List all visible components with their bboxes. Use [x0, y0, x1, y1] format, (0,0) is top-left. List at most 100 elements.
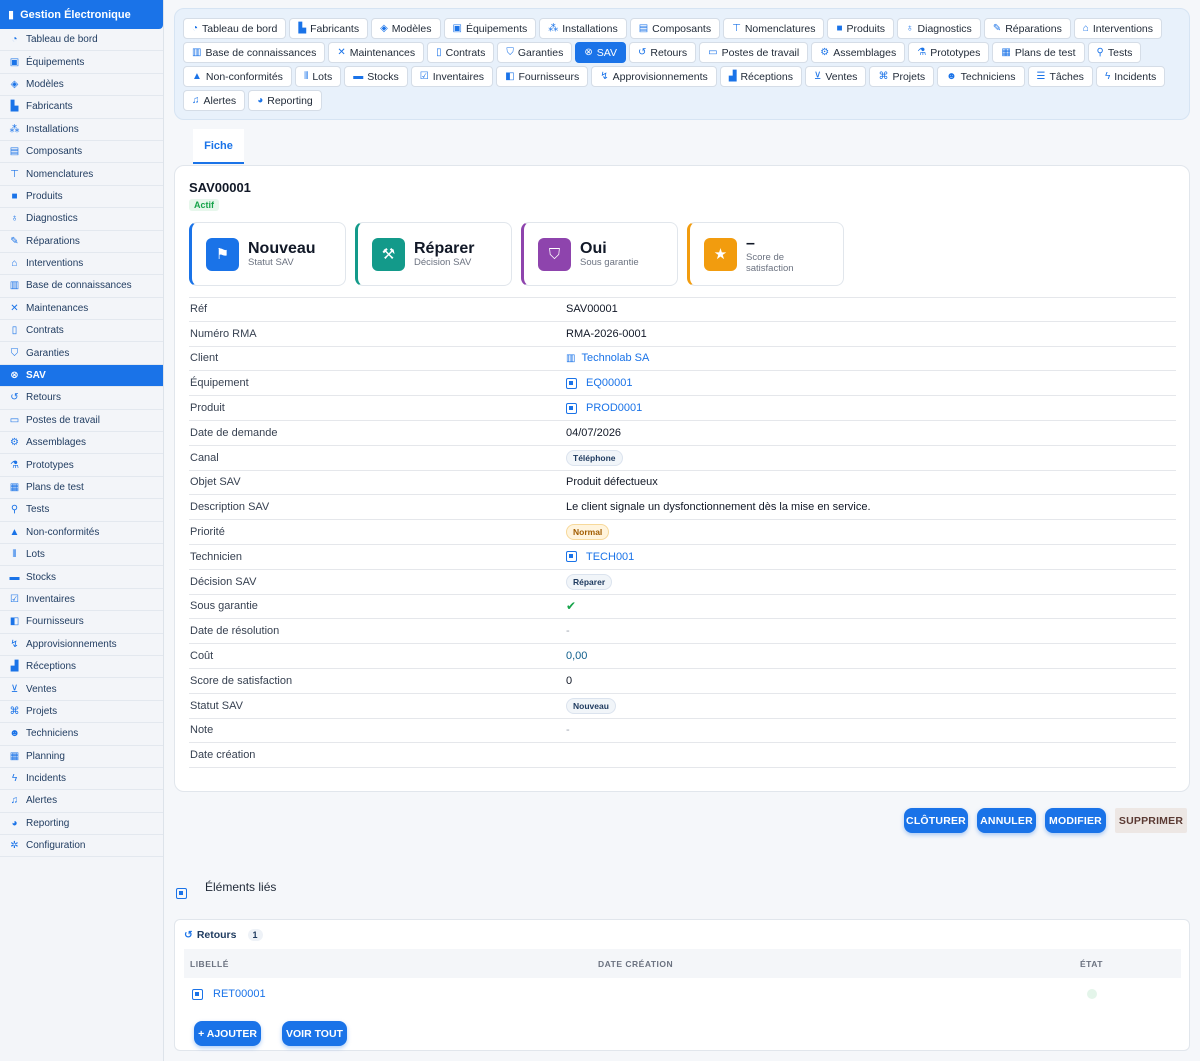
- tab-reparations[interactable]: ✎ Réparations: [983, 18, 1071, 39]
- sidebar-item-tableau-de-bord[interactable]: ◔ Tableau de bord: [0, 29, 163, 52]
- sidebar-item-label: Tests: [26, 504, 50, 516]
- sidebar-item-techniciens[interactable]: ☻ Techniciens: [0, 723, 163, 746]
- sidebar-item-lots[interactable]: ⦀ Lots: [0, 544, 163, 567]
- tab-tableau-de-bord[interactable]: ◔ Tableau de bord: [183, 18, 287, 39]
- tab-alertes[interactable]: ♫ Alertes: [183, 90, 246, 111]
- tab-taches[interactable]: ☰ Tâches: [1027, 66, 1093, 87]
- sidebar-item-non-conformites[interactable]: ▲ Non-conformités: [0, 522, 163, 544]
- sidebar-item-stocks[interactable]: ▬ Stocks: [0, 566, 163, 589]
- sidebar-item-contrats[interactable]: ▯ Contrats: [0, 320, 163, 343]
- column-libelle[interactable]: LIBELLÉ: [184, 959, 598, 969]
- sidebar-item-produits[interactable]: ■ Produits: [0, 186, 163, 209]
- tab-composants[interactable]: ▤ Composants: [629, 18, 721, 39]
- field-link[interactable]: PROD0001: [586, 402, 642, 414]
- sidebar-item-nomenclatures[interactable]: ⊤ Nomenclatures: [0, 163, 163, 186]
- tab-nomenclatures[interactable]: ⊤ Nomenclatures: [723, 18, 825, 39]
- sidebar-item-approvisionnements[interactable]: ↯ Approvisionnements: [0, 634, 163, 656]
- tab-modeles[interactable]: ◈ Modèles: [371, 18, 441, 39]
- tab-receptions[interactable]: ▟ Réceptions: [719, 66, 802, 87]
- sidebar-item-projets[interactable]: ⌘ Projets: [0, 701, 163, 724]
- sidebar-item-plans-de-test[interactable]: ▦ Plans de test: [0, 477, 163, 500]
- tab-lots[interactable]: ⦀ Lots: [294, 66, 342, 87]
- tab-prototypes[interactable]: ⚗ Prototypes: [908, 42, 990, 63]
- sidebar-item-installations[interactable]: ⁂ Installations: [0, 119, 163, 141]
- tab-tests[interactable]: ⚲ Tests: [1087, 42, 1142, 63]
- sidebar-item-prototypes[interactable]: ⚗ Prototypes: [0, 454, 163, 477]
- add-retour-button[interactable]: + AJOUTER: [194, 1021, 261, 1046]
- sidebar-item-label: Composants: [26, 146, 83, 158]
- warehouse-icon: ▬: [353, 71, 364, 82]
- tab-maintenances[interactable]: ✕ Maintenances: [328, 42, 425, 63]
- field-value-cell: ✔: [566, 599, 576, 613]
- app-brand[interactable]: ▮ Gestion Électronique: [0, 0, 163, 29]
- tab-projets[interactable]: ⌘ Projets: [869, 66, 935, 87]
- tab-ventes[interactable]: ⊻ Ventes: [804, 66, 867, 87]
- sidebar-item-base-de-connaissances[interactable]: ▥ Base de connaissances: [0, 275, 163, 298]
- tab-approvisionnements[interactable]: ↯ Approvisionnements: [591, 66, 717, 87]
- close-button[interactable]: CLÔTURER: [904, 808, 968, 833]
- tab-installations[interactable]: ⁂ Installations: [539, 18, 627, 39]
- sidebar-item-maintenances[interactable]: ✕ Maintenances: [0, 298, 163, 321]
- field-value: RMA-2026-0001: [566, 327, 647, 340]
- sidebar-item-configuration[interactable]: ✲ Configuration: [0, 835, 163, 858]
- tab-fabricants[interactable]: ▙ Fabricants: [289, 18, 369, 39]
- sidebar-item-reporting[interactable]: ◕ Reporting: [0, 813, 163, 836]
- edit-button[interactable]: MODIFIER: [1045, 808, 1106, 833]
- sidebar-item-incidents[interactable]: ϟ Incidents: [0, 768, 163, 791]
- tab-label: Fournisseurs: [518, 70, 580, 83]
- user-cog-icon: ☻: [946, 71, 957, 82]
- column-date-creation[interactable]: DATE CRÉATION: [598, 959, 1080, 969]
- sidebar-item-inventaires[interactable]: ☑ Inventaires: [0, 589, 163, 612]
- sidebar-item-fabricants[interactable]: ▙ Fabricants: [0, 96, 163, 119]
- tab-reporting[interactable]: ◕ Reporting: [248, 90, 322, 111]
- row-libelle-link[interactable]: RET00001: [213, 988, 266, 1000]
- sidebar-item-planning[interactable]: ▦ Planning: [0, 746, 163, 768]
- sidebar-item-interventions[interactable]: ⌂ Interventions: [0, 253, 163, 276]
- sidebar-item-composants[interactable]: ▤ Composants: [0, 141, 163, 164]
- sidebar-item-postes-de-travail[interactable]: ▭ Postes de travail: [0, 410, 163, 433]
- sidebar-item-alertes[interactable]: ♫ Alertes: [0, 790, 163, 813]
- sidebar-item-ventes[interactable]: ⊻ Ventes: [0, 678, 163, 701]
- tab-base-de-connaissances[interactable]: ▥ Base de connaissances: [183, 42, 326, 63]
- tab-assemblages[interactable]: ⚙ Assemblages: [811, 42, 906, 63]
- tab-produits[interactable]: ■ Produits: [827, 18, 895, 39]
- tab-incidents[interactable]: ϟ Incidents: [1095, 66, 1166, 87]
- tab-retours[interactable]: ↺ Retours: [628, 42, 697, 63]
- tab-garanties[interactable]: ⛉ Garanties: [497, 42, 573, 63]
- cancel-button[interactable]: ANNULER: [977, 808, 1036, 833]
- tab-interventions[interactable]: ⌂ Interventions: [1073, 18, 1162, 39]
- tab-inventaires[interactable]: ☑ Inventaires: [410, 66, 494, 87]
- tab-stocks[interactable]: ▬ Stocks: [344, 66, 408, 87]
- tab-postes-de-travail[interactable]: ▭ Postes de travail: [699, 42, 809, 63]
- tab-contrats[interactable]: ▯ Contrats: [427, 42, 495, 63]
- tab-label: Réceptions: [740, 70, 793, 83]
- field-link[interactable]: Technolab SA: [581, 352, 649, 364]
- sidebar-item-assemblages[interactable]: ⚙ Assemblages: [0, 432, 163, 455]
- sidebar-item-fournisseurs[interactable]: ◧ Fournisseurs: [0, 611, 163, 634]
- field-link[interactable]: TECH001: [586, 551, 634, 563]
- sidebar-item-modeles[interactable]: ◈ Modèles: [0, 74, 163, 97]
- column-etat[interactable]: ÉTAT: [1080, 959, 1140, 969]
- sidebar-item-tests[interactable]: ⚲ Tests: [0, 499, 163, 522]
- retours-header[interactable]: ↺ Retours 1: [184, 929, 263, 941]
- tab-diagnostics[interactable]: ♁ Diagnostics: [897, 18, 981, 39]
- tab-sav[interactable]: ⊗ SAV: [575, 42, 626, 63]
- tab-fiche[interactable]: Fiche: [193, 129, 244, 164]
- sidebar-item-garanties[interactable]: ⛉ Garanties: [0, 342, 163, 365]
- table-row[interactable]: RET00001: [184, 980, 1181, 1008]
- view-all-retours-button[interactable]: VOIR TOUT: [282, 1021, 347, 1046]
- tab-plans-de-test[interactable]: ▦ Plans de test: [992, 42, 1085, 63]
- sidebar-item-diagnostics[interactable]: ♁ Diagnostics: [0, 208, 163, 231]
- tab-fournisseurs[interactable]: ◧ Fournisseurs: [496, 66, 589, 87]
- field-link[interactable]: EQ00001: [586, 377, 632, 389]
- sidebar-item-sav[interactable]: ⊗ SAV: [0, 364, 163, 388]
- sidebar-item-equipements[interactable]: ▣ Équipements: [0, 51, 163, 74]
- sidebar-item-retours[interactable]: ↺ Retours: [0, 387, 163, 410]
- tab-equipements[interactable]: ▣ Équipements: [443, 18, 537, 39]
- sidebar-item-label: Techniciens: [26, 728, 79, 740]
- tab-non-conformites[interactable]: ▲ Non-conformités: [183, 66, 292, 87]
- sidebar-item-receptions[interactable]: ▟ Réceptions: [0, 656, 163, 679]
- delete-button[interactable]: SUPPRIMER: [1115, 808, 1187, 833]
- sidebar-item-reparations[interactable]: ✎ Réparations: [0, 231, 163, 253]
- tab-techniciens[interactable]: ☻ Techniciens: [937, 66, 1025, 87]
